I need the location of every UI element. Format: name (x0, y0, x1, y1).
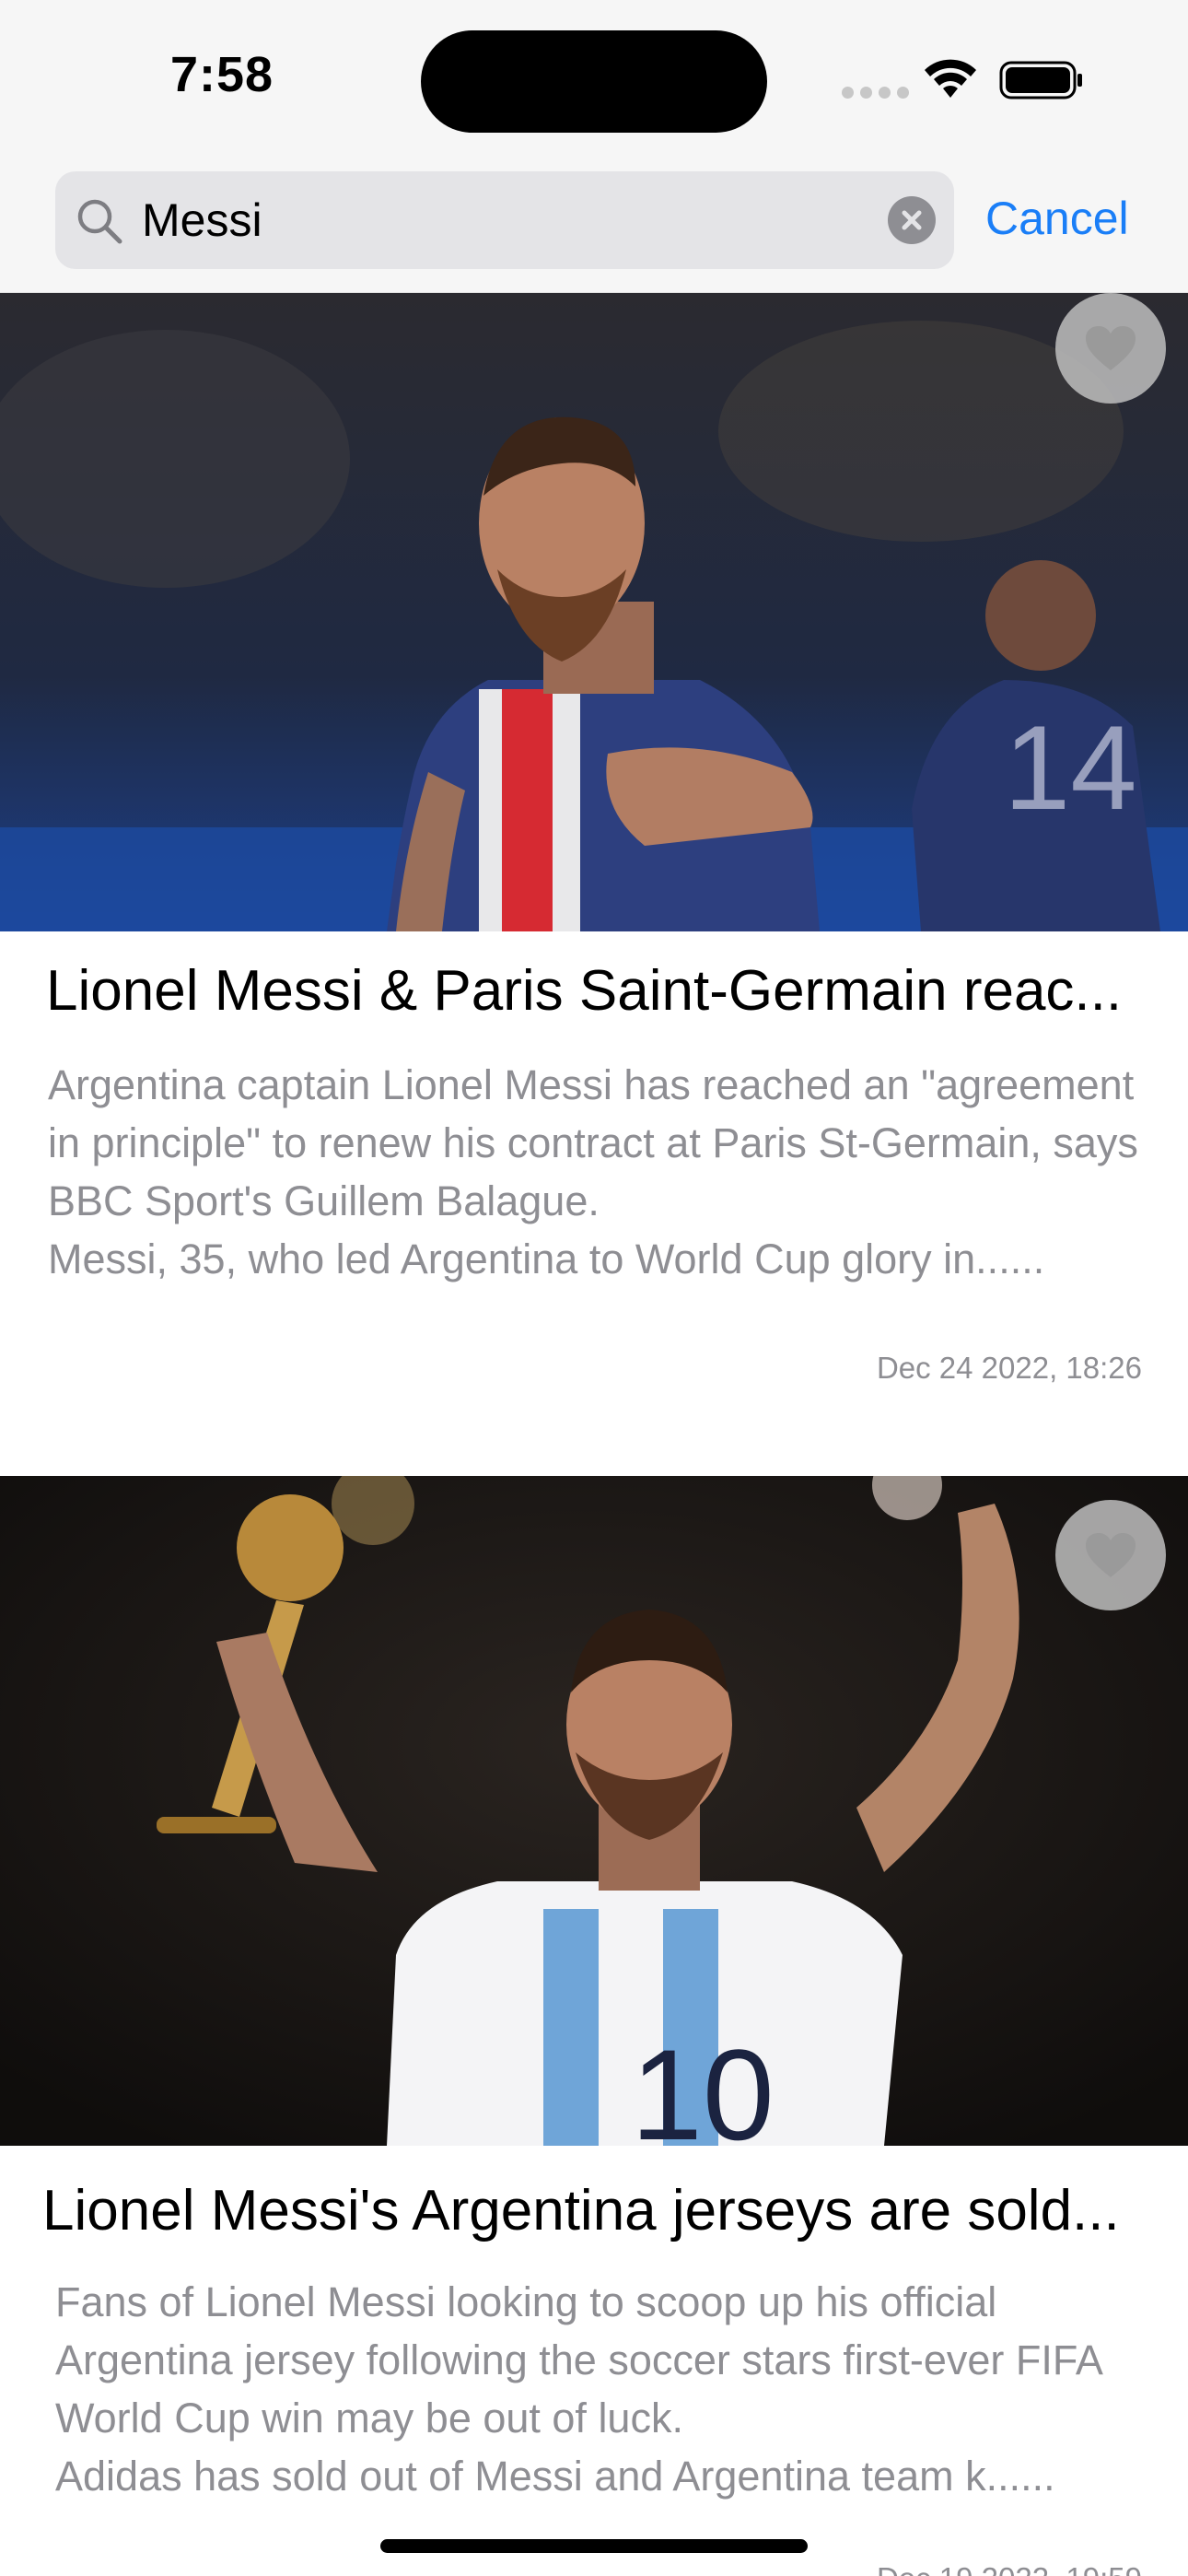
clear-search-icon[interactable] (888, 196, 936, 244)
cellular-signal-icon (842, 87, 909, 99)
article-card[interactable]: 14 Lionel Messi & Paris Saint-Germain re… (0, 293, 1188, 1474)
article-card[interactable]: 10 Lionel Messi's Argentina jerseys are … (0, 1476, 1188, 2576)
home-indicator[interactable] (380, 2539, 808, 2553)
search-icon (77, 199, 122, 244)
favorite-button[interactable] (1055, 293, 1166, 404)
search-input[interactable] (142, 192, 860, 249)
article-description: Fans of Lionel Messi looking to scoop up… (55, 2278, 1101, 2500)
article-date: Dec 24 2022, 18:26 (876, 1351, 1142, 1385)
svg-text:10: 10 (631, 2022, 775, 2146)
dynamic-island (421, 30, 767, 133)
article-date: Dec 19 2022, 19:59 (877, 2561, 1142, 2576)
search-bar[interactable] (55, 171, 954, 269)
battery-icon (999, 61, 1082, 100)
cancel-button[interactable]: Cancel (985, 192, 1129, 245)
search-header: Cancel (0, 157, 1188, 293)
article-description: Argentina captain Lionel Messi has reach… (48, 1061, 1138, 1282)
article-title[interactable]: Lionel Messi & Paris Saint-Germain reac.… (46, 958, 1151, 1024)
article-image: 10 (0, 1476, 1188, 2146)
article-title[interactable]: Lionel Messi's Argentina jerseys are sol… (42, 2178, 1147, 2243)
heart-icon (1086, 326, 1136, 370)
article-image: 14 (0, 293, 1188, 931)
status-time: 7:58 (170, 47, 274, 102)
wifi-icon (925, 59, 976, 98)
heart-icon (1086, 1533, 1136, 1577)
status-bar: 7:58 (0, 0, 1188, 157)
favorite-button[interactable] (1055, 1500, 1166, 1610)
svg-text:14: 14 (1004, 700, 1137, 835)
